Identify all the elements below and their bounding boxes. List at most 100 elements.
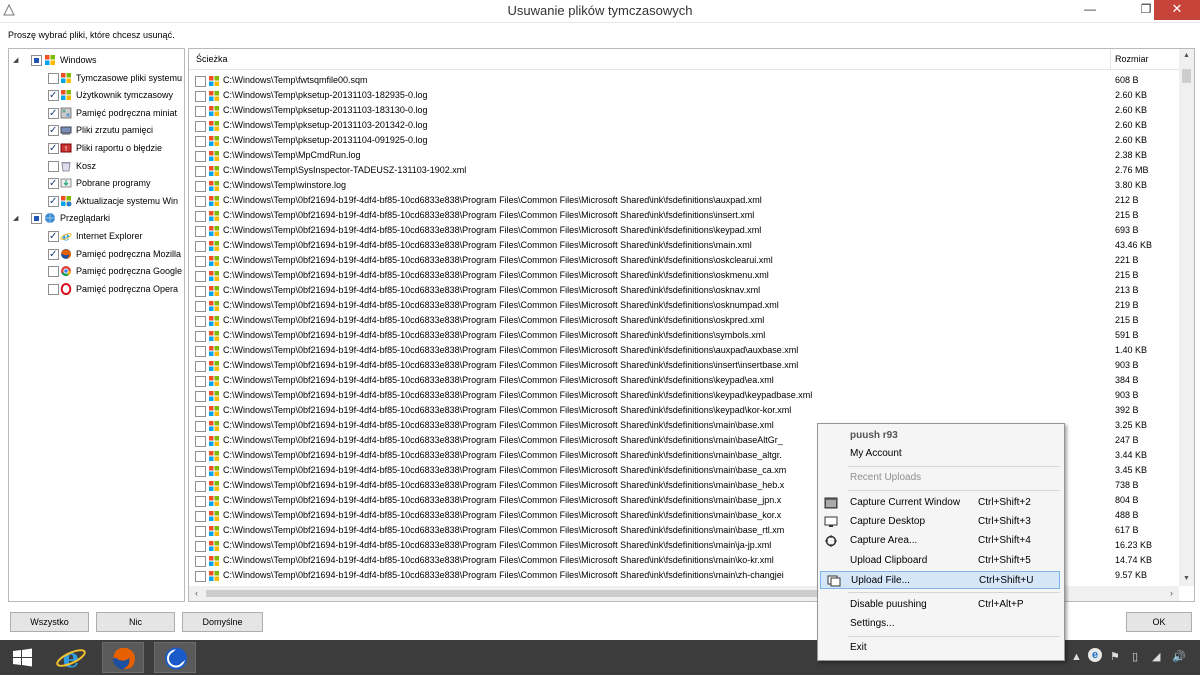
- vertical-scrollbar[interactable]: ▲ ▼: [1179, 49, 1194, 586]
- menu-disable-puushing[interactable]: Disable puushing Ctrl+Alt+P: [818, 596, 1062, 614]
- close-button[interactable]: ✕: [1154, 0, 1200, 20]
- tree-item[interactable]: Pliki zrzutu pamięci: [9, 122, 184, 139]
- scroll-right-arrow-icon[interactable]: ›: [1164, 586, 1179, 601]
- select-all-button[interactable]: Wszystko: [10, 612, 89, 632]
- menu-capture-desktop[interactable]: Capture Desktop Ctrl+Shift+3: [818, 513, 1062, 531]
- column-header-path[interactable]: Ścieżka: [196, 54, 228, 64]
- row-checkbox[interactable]: [195, 526, 206, 537]
- tree-item[interactable]: Kosz: [9, 158, 184, 175]
- row-checkbox[interactable]: [195, 151, 206, 162]
- item-checkbox[interactable]: [48, 140, 59, 157]
- row-checkbox[interactable]: [195, 301, 206, 312]
- battery-icon[interactable]: ▯: [1132, 650, 1138, 663]
- table-row[interactable]: C:\Windows\Temp\0bf21694-b19f-4df4-bf85-…: [189, 343, 1177, 358]
- table-row[interactable]: C:\Windows\Temp\0bf21694-b19f-4df4-bf85-…: [189, 253, 1177, 268]
- expand-arrow-icon[interactable]: ◢: [13, 52, 18, 69]
- table-row[interactable]: C:\Windows\Temp\0bf21694-b19f-4df4-bf85-…: [189, 358, 1177, 373]
- table-row[interactable]: C:\Windows\Temp\pksetup-20131103-182935-…: [189, 88, 1177, 103]
- expand-arrow-icon[interactable]: ◢: [13, 210, 18, 227]
- item-checkbox[interactable]: [48, 228, 59, 245]
- row-checkbox[interactable]: [195, 436, 206, 447]
- table-row[interactable]: C:\Windows\Temp\0bf21694-b19f-4df4-bf85-…: [189, 403, 1177, 418]
- scroll-left-arrow-icon[interactable]: ‹: [189, 586, 204, 601]
- row-checkbox[interactable]: [195, 316, 206, 327]
- row-checkbox[interactable]: [195, 421, 206, 432]
- tree-item[interactable]: Pamięć podręczna Opera: [9, 281, 184, 298]
- table-row[interactable]: C:\Windows\Temp\pksetup-20131103-183130-…: [189, 103, 1177, 118]
- menu-exit[interactable]: Exit: [818, 639, 1062, 657]
- table-row[interactable]: C:\Windows\Temp\0bf21694-b19f-4df4-bf85-…: [189, 298, 1177, 313]
- chevron-up-icon[interactable]: ▲: [1071, 651, 1082, 663]
- column-header-size[interactable]: Rozmiar: [1115, 54, 1149, 64]
- volume-icon[interactable]: 🔊: [1172, 650, 1186, 663]
- row-checkbox[interactable]: [195, 346, 206, 357]
- tree-group-1[interactable]: ◢ Przeglądarki: [9, 210, 184, 227]
- table-row[interactable]: C:\Windows\Temp\0bf21694-b19f-4df4-bf85-…: [189, 388, 1177, 403]
- start-icon[interactable]: [2, 642, 44, 673]
- ok-button[interactable]: OK: [1126, 612, 1192, 632]
- select-none-button[interactable]: Nic: [96, 612, 175, 632]
- row-checkbox[interactable]: [195, 91, 206, 102]
- row-checkbox[interactable]: [195, 406, 206, 417]
- table-row[interactable]: C:\Windows\Temp\0bf21694-b19f-4df4-bf85-…: [189, 223, 1177, 238]
- tree-item[interactable]: Pobrane programy: [9, 175, 184, 192]
- item-checkbox[interactable]: [48, 246, 59, 263]
- table-row[interactable]: C:\Windows\Temp\0bf21694-b19f-4df4-bf85-…: [189, 313, 1177, 328]
- row-checkbox[interactable]: [195, 376, 206, 387]
- network-icon[interactable]: ◢: [1152, 650, 1160, 663]
- group-checkbox[interactable]: [31, 55, 42, 66]
- row-checkbox[interactable]: [195, 241, 206, 252]
- scroll-down-arrow-icon[interactable]: ▼: [1179, 572, 1194, 586]
- item-checkbox[interactable]: [48, 87, 59, 104]
- group-checkbox[interactable]: [31, 213, 42, 225]
- row-checkbox[interactable]: [195, 196, 206, 207]
- row-checkbox[interactable]: [195, 481, 206, 492]
- category-tree[interactable]: ◢ Windows Tymczasowe pliki systemu Użytkown…: [8, 48, 185, 602]
- table-row[interactable]: C:\Windows\Temp\MpCmdRun.log 2.38 KB: [189, 148, 1177, 163]
- row-checkbox[interactable]: [195, 556, 206, 567]
- row-checkbox[interactable]: [195, 76, 206, 87]
- tree-item[interactable]: Tymczasowe pliki systemu: [9, 70, 184, 87]
- table-row[interactable]: C:\Windows\Temp\0bf21694-b19f-4df4-bf85-…: [189, 373, 1177, 388]
- menu-upload-clipboard[interactable]: Upload Clipboard Ctrl+Shift+5: [818, 552, 1062, 570]
- row-checkbox[interactable]: [195, 286, 206, 297]
- horizontal-scroll-thumb[interactable]: [206, 590, 826, 597]
- row-checkbox[interactable]: [195, 121, 206, 132]
- row-checkbox[interactable]: [195, 256, 206, 267]
- firefox-icon[interactable]: [102, 642, 144, 673]
- row-checkbox[interactable]: [195, 136, 206, 147]
- tree-item[interactable]: Pamięć podręczna Google: [9, 263, 184, 280]
- table-row[interactable]: C:\Windows\Temp\pksetup-20131103-201342-…: [189, 118, 1177, 133]
- table-row[interactable]: C:\Windows\Temp\0bf21694-b19f-4df4-bf85-…: [189, 328, 1177, 343]
- tree-item[interactable]: ! Pliki raportu o błędzie: [9, 140, 184, 157]
- tree-item[interactable]: Użytkownik tymczasowy: [9, 87, 184, 104]
- tree-group-0[interactable]: ◢ Windows: [9, 52, 184, 69]
- item-checkbox[interactable]: [48, 266, 59, 278]
- table-row[interactable]: C:\Windows\Temp\SysInspector-TADEUSZ-131…: [189, 163, 1177, 178]
- menu-my-account[interactable]: My Account: [818, 445, 1062, 463]
- row-checkbox[interactable]: [195, 571, 206, 582]
- menu-capture-area[interactable]: Capture Area... Ctrl+Shift+4: [818, 532, 1062, 550]
- vertical-scroll-thumb[interactable]: [1182, 69, 1191, 83]
- item-checkbox[interactable]: [48, 105, 59, 122]
- row-checkbox[interactable]: [195, 331, 206, 342]
- table-row[interactable]: C:\Windows\Temp\pksetup-20131104-091925-…: [189, 133, 1177, 148]
- row-checkbox[interactable]: [195, 181, 206, 192]
- row-checkbox[interactable]: [195, 496, 206, 507]
- ie-icon[interactable]: e: [50, 642, 92, 674]
- menu-capture-window[interactable]: Capture Current Window Ctrl+Shift+2: [818, 494, 1062, 512]
- default-button[interactable]: Domyślne: [182, 612, 263, 632]
- item-checkbox[interactable]: [48, 160, 59, 172]
- item-checkbox[interactable]: [48, 122, 59, 139]
- flag-icon[interactable]: ⚑: [1110, 650, 1120, 663]
- row-checkbox[interactable]: [195, 226, 206, 237]
- table-row[interactable]: C:\Windows\Temp\0bf21694-b19f-4df4-bf85-…: [189, 208, 1177, 223]
- tree-item[interactable]: Pamięć podręczna Mozilla: [9, 246, 184, 263]
- row-checkbox[interactable]: [195, 391, 206, 402]
- table-row[interactable]: C:\Windows\Temp\0bf21694-b19f-4df4-bf85-…: [189, 193, 1177, 208]
- table-row[interactable]: C:\Windows\Temp\fwtsqmfile00.sqm 608 B: [189, 73, 1177, 88]
- row-checkbox[interactable]: [195, 166, 206, 177]
- menu-settings[interactable]: Settings...: [818, 615, 1062, 633]
- row-checkbox[interactable]: [195, 511, 206, 522]
- row-checkbox[interactable]: [195, 361, 206, 372]
